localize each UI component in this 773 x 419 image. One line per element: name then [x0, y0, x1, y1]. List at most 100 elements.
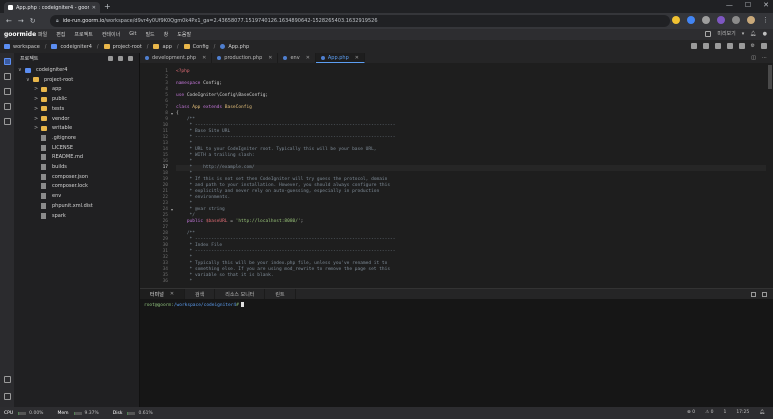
close-panel-icon[interactable] [762, 292, 767, 297]
menu-edit[interactable]: 편집 [56, 31, 65, 38]
profile-avatar[interactable] [747, 16, 755, 24]
settings-gear-icon[interactable] [4, 393, 11, 400]
preview-icon[interactable] [705, 30, 712, 37]
breadcrumb-workspace[interactable]: workspace [4, 44, 40, 50]
close-tab-icon[interactable]: ✕ [202, 55, 206, 61]
menu-build[interactable]: 빌드 [145, 31, 154, 38]
stop-icon[interactable] [738, 43, 745, 49]
kebab-menu-icon[interactable]: ⋮ [762, 16, 769, 24]
scrollbar-thumb[interactable] [768, 65, 772, 89]
extension-icon[interactable] [702, 16, 710, 24]
panel-tab[interactable]: 검색 [185, 289, 216, 299]
editor-scrollbar[interactable] [767, 63, 773, 287]
chevron-icon[interactable]: ∨ [18, 67, 25, 73]
tree-item[interactable]: > tests [34, 104, 64, 114]
tree-item[interactable]: spark [34, 211, 66, 221]
terminal[interactable]: root@goorm:/workspace/codeigniter4# [140, 299, 773, 407]
maximize-button[interactable]: ☐ [745, 1, 751, 9]
tree-item[interactable]: LICENSE [34, 143, 73, 153]
editor-tab[interactable]: production.php ✕ [212, 53, 279, 63]
close-tab-icon[interactable]: ✕ [306, 55, 310, 61]
notification-icon[interactable]: 🔔︎ [750, 31, 756, 37]
tree-item[interactable]: README.md [34, 152, 83, 162]
breadcrumb-config[interactable]: Config [183, 44, 209, 50]
breadcrumb-app[interactable]: app [153, 44, 172, 50]
breadcrumb-project[interactable]: codeigniter4 [51, 44, 92, 50]
layout-icon[interactable] [761, 43, 767, 49]
menu-help[interactable]: 도움말 [177, 31, 191, 38]
refresh-icon[interactable] [128, 56, 133, 61]
close-tab-icon[interactable]: ✕ [355, 55, 359, 61]
forward-icon[interactable]: → [18, 17, 24, 25]
code-icon[interactable] [4, 103, 11, 110]
tree-item[interactable]: composer.json [34, 172, 88, 182]
address-bar[interactable]: 🔒︎ ide-run.goorm.io /workspace/d9vr4y0Uf… [50, 15, 670, 27]
editor-tab[interactable]: development.php ✕ [140, 53, 213, 63]
save-icon[interactable] [690, 43, 697, 49]
chevron-icon[interactable]: > [34, 106, 41, 112]
extension-icon[interactable] [732, 16, 740, 24]
maximize-panel-icon[interactable] [751, 292, 756, 297]
fold-toggle-icon[interactable]: ▾ [171, 207, 173, 213]
panel-tab[interactable]: 리소스 모니터 [215, 289, 266, 299]
editor-tab[interactable]: env ✕ [278, 53, 316, 63]
tree-item[interactable]: > public [34, 94, 67, 104]
bell-icon[interactable]: 🔔︎ [759, 410, 765, 415]
build-icon[interactable] [702, 43, 709, 49]
menu-window[interactable]: 창 [164, 31, 169, 38]
more-icon[interactable]: ⋯ [762, 55, 767, 61]
panel-tab[interactable]: 터미널 ✕ [140, 289, 186, 299]
browser-tab[interactable]: App.php : codeigniter4 - goor... ✕ [4, 2, 100, 13]
tree-item[interactable]: builds [34, 162, 67, 172]
extension-icon[interactable] [717, 16, 725, 24]
error-count[interactable]: ⊗ 0 [687, 410, 695, 415]
editor-tab[interactable]: App.php ✕ [315, 53, 365, 63]
git-icon[interactable] [4, 88, 11, 95]
tree-item[interactable]: .gitignore [34, 133, 76, 143]
explorer-icon[interactable] [4, 58, 11, 65]
extension-icon[interactable] [687, 16, 695, 24]
tree-item[interactable]: > app [34, 84, 61, 94]
chevron-icon[interactable]: > [34, 116, 41, 122]
new-folder-icon[interactable] [118, 56, 123, 61]
new-tab-button[interactable]: + [104, 2, 111, 11]
panel-tab[interactable]: 린트 [265, 289, 296, 299]
user-icon[interactable]: ● [763, 31, 767, 37]
close-window-button[interactable]: ✕ [763, 1, 769, 9]
minimize-button[interactable]: — [726, 1, 733, 9]
tree-item[interactable]: env [34, 191, 61, 201]
fold-toggle-icon[interactable]: ▾ [171, 111, 173, 117]
menu-project[interactable]: 프로젝트 [74, 31, 92, 38]
tree-item[interactable]: ∨ project-root [26, 75, 73, 85]
menu-file[interactable]: 파일 [38, 31, 47, 38]
chevron-icon[interactable]: > [34, 86, 41, 92]
close-tab-icon[interactable]: ✕ [268, 55, 272, 61]
tree-item[interactable]: phpunit.xml.dist [34, 201, 93, 211]
tree-item[interactable]: composer.lock [34, 181, 88, 191]
close-tab-icon[interactable]: ✕ [170, 291, 174, 297]
layout-toggle-icon[interactable] [4, 376, 11, 383]
run-icon[interactable] [714, 43, 721, 49]
tree-item[interactable]: > writable [34, 123, 72, 133]
star-icon[interactable] [672, 16, 680, 24]
debug-icon[interactable] [726, 43, 733, 49]
breadcrumb-project-root[interactable]: project-root [103, 44, 142, 50]
preview-button[interactable]: 미리보기 [717, 30, 735, 37]
split-editor-icon[interactable]: ◫ [751, 55, 756, 61]
warning-count[interactable]: ⚠ 0 [705, 410, 713, 415]
outline-icon[interactable] [4, 118, 11, 125]
code-editor[interactable]: 1 2 3 4 5 6 7 8 ▾ 9 10 11 12 13 14 15 16 17 18 19 20 21 22 23 24… [140, 63, 773, 287]
gear-icon[interactable]: ⚙ [751, 43, 755, 49]
chevron-icon[interactable]: > [34, 96, 41, 102]
menu-container[interactable]: 컨테이너 [102, 31, 120, 38]
back-icon[interactable]: ← [6, 17, 12, 25]
breadcrumb-file[interactable]: App.php [220, 44, 249, 50]
tree-item[interactable]: > vendor [34, 114, 70, 124]
tree-item[interactable]: ∨ codeigniter4 [18, 65, 67, 75]
tab-close-icon[interactable]: ✕ [92, 5, 96, 11]
chevron-icon[interactable]: ∨ [26, 77, 33, 83]
chevron-down-icon[interactable]: ▾ [742, 31, 745, 37]
chevron-icon[interactable]: > [34, 125, 41, 131]
menu-git[interactable]: Git [129, 31, 136, 38]
new-file-icon[interactable] [108, 56, 113, 61]
